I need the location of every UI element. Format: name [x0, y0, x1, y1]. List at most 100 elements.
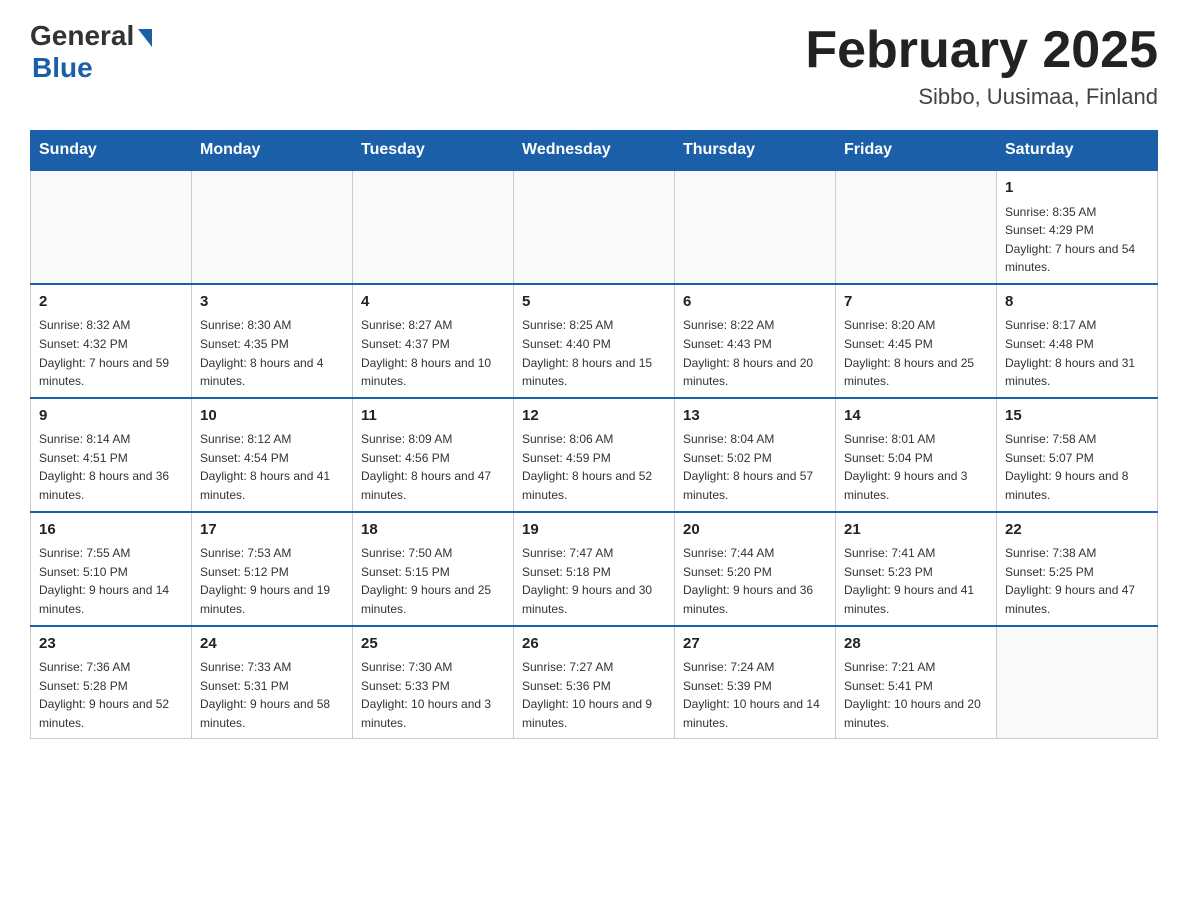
day-info: Sunrise: 7:33 AMSunset: 5:31 PMDaylight:… — [200, 658, 344, 732]
calendar-body: 1 Sunrise: 8:35 AMSunset: 4:29 PMDaylight… — [31, 170, 1158, 739]
day-number: 15 — [1005, 405, 1149, 428]
day-number: 2 — [39, 291, 183, 314]
day-info: Sunrise: 8:20 AMSunset: 4:45 PMDaylight:… — [844, 316, 988, 390]
day-number: 25 — [361, 633, 505, 656]
day-number: 14 — [844, 405, 988, 428]
day-number: 5 — [522, 291, 666, 314]
calendar-cell: 20Sunrise: 7:44 AMSunset: 5:20 PMDayligh… — [675, 512, 836, 626]
day-info: Sunrise: 8:30 AMSunset: 4:35 PMDaylight:… — [200, 316, 344, 390]
calendar-cell: 8Sunrise: 8:17 AMSunset: 4:48 PMDaylight… — [997, 284, 1158, 398]
day-header-monday: Monday — [192, 131, 353, 171]
calendar-cell: 3Sunrise: 8:30 AMSunset: 4:35 PMDaylight… — [192, 284, 353, 398]
calendar-cell: 27Sunrise: 7:24 AMSunset: 5:39 PMDayligh… — [675, 626, 836, 739]
day-info: Sunrise: 7:44 AMSunset: 5:20 PMDaylight:… — [683, 544, 827, 618]
day-number: 10 — [200, 405, 344, 428]
calendar-cell: 21Sunrise: 7:41 AMSunset: 5:23 PMDayligh… — [836, 512, 997, 626]
page-header: General Blue February 2025 Sibbo, Uusima… — [30, 20, 1158, 110]
calendar-cell — [997, 626, 1158, 739]
day-number: 8 — [1005, 291, 1149, 314]
day-info: Sunrise: 7:58 AMSunset: 5:07 PMDaylight:… — [1005, 430, 1149, 504]
logo-arrow-icon — [138, 29, 152, 47]
day-header-saturday: Saturday — [997, 131, 1158, 171]
day-info: Sunrise: 7:47 AMSunset: 5:18 PMDaylight:… — [522, 544, 666, 618]
calendar-table: SundayMondayTuesdayWednesdayThursdayFrid… — [30, 130, 1158, 739]
day-number: 28 — [844, 633, 988, 656]
day-info: Sunrise: 7:55 AMSunset: 5:10 PMDaylight:… — [39, 544, 183, 618]
calendar-cell: 16Sunrise: 7:55 AMSunset: 5:10 PMDayligh… — [31, 512, 192, 626]
calendar-cell: 22Sunrise: 7:38 AMSunset: 5:25 PMDayligh… — [997, 512, 1158, 626]
day-number: 3 — [200, 291, 344, 314]
month-title: February 2025 — [805, 20, 1158, 80]
day-number: 22 — [1005, 519, 1149, 542]
calendar-cell — [353, 170, 514, 284]
day-info: Sunrise: 7:53 AMSunset: 5:12 PMDaylight:… — [200, 544, 344, 618]
day-info: Sunrise: 7:36 AMSunset: 5:28 PMDaylight:… — [39, 658, 183, 732]
calendar-cell — [31, 170, 192, 284]
calendar-week-row: 16Sunrise: 7:55 AMSunset: 5:10 PMDayligh… — [31, 512, 1158, 626]
calendar-cell — [192, 170, 353, 284]
day-info: Sunrise: 8:35 AMSunset: 4:29 PMDaylight:… — [1005, 203, 1149, 277]
day-info: Sunrise: 7:41 AMSunset: 5:23 PMDaylight:… — [844, 544, 988, 618]
calendar-cell: 25Sunrise: 7:30 AMSunset: 5:33 PMDayligh… — [353, 626, 514, 739]
day-info: Sunrise: 7:38 AMSunset: 5:25 PMDaylight:… — [1005, 544, 1149, 618]
calendar-cell: 28Sunrise: 7:21 AMSunset: 5:41 PMDayligh… — [836, 626, 997, 739]
day-info: Sunrise: 8:01 AMSunset: 5:04 PMDaylight:… — [844, 430, 988, 504]
day-number: 23 — [39, 633, 183, 656]
day-number: 18 — [361, 519, 505, 542]
day-number: 1 — [1005, 177, 1149, 200]
day-number: 24 — [200, 633, 344, 656]
calendar-cell: 6Sunrise: 8:22 AMSunset: 4:43 PMDaylight… — [675, 284, 836, 398]
logo: General Blue — [30, 20, 152, 84]
calendar-cell: 9Sunrise: 8:14 AMSunset: 4:51 PMDaylight… — [31, 398, 192, 512]
calendar-cell: 14Sunrise: 8:01 AMSunset: 5:04 PMDayligh… — [836, 398, 997, 512]
day-number: 4 — [361, 291, 505, 314]
day-info: Sunrise: 8:12 AMSunset: 4:54 PMDaylight:… — [200, 430, 344, 504]
day-info: Sunrise: 7:50 AMSunset: 5:15 PMDaylight:… — [361, 544, 505, 618]
calendar-cell: 17Sunrise: 7:53 AMSunset: 5:12 PMDayligh… — [192, 512, 353, 626]
day-header-friday: Friday — [836, 131, 997, 171]
calendar-cell: 13Sunrise: 8:04 AMSunset: 5:02 PMDayligh… — [675, 398, 836, 512]
day-info: Sunrise: 7:27 AMSunset: 5:36 PMDaylight:… — [522, 658, 666, 732]
day-number: 11 — [361, 405, 505, 428]
calendar-cell: 12Sunrise: 8:06 AMSunset: 4:59 PMDayligh… — [514, 398, 675, 512]
calendar-cell: 11Sunrise: 8:09 AMSunset: 4:56 PMDayligh… — [353, 398, 514, 512]
day-number: 21 — [844, 519, 988, 542]
day-number: 20 — [683, 519, 827, 542]
day-info: Sunrise: 8:04 AMSunset: 5:02 PMDaylight:… — [683, 430, 827, 504]
day-headers-row: SundayMondayTuesdayWednesdayThursdayFrid… — [31, 131, 1158, 171]
day-number: 9 — [39, 405, 183, 428]
calendar-cell — [514, 170, 675, 284]
calendar-cell: 2Sunrise: 8:32 AMSunset: 4:32 PMDaylight… — [31, 284, 192, 398]
day-info: Sunrise: 7:30 AMSunset: 5:33 PMDaylight:… — [361, 658, 505, 732]
logo-blue-text: Blue — [32, 52, 93, 84]
day-number: 13 — [683, 405, 827, 428]
day-info: Sunrise: 8:22 AMSunset: 4:43 PMDaylight:… — [683, 316, 827, 390]
calendar-cell: 15Sunrise: 7:58 AMSunset: 5:07 PMDayligh… — [997, 398, 1158, 512]
calendar-cell: 24Sunrise: 7:33 AMSunset: 5:31 PMDayligh… — [192, 626, 353, 739]
calendar-cell — [675, 170, 836, 284]
day-info: Sunrise: 7:21 AMSunset: 5:41 PMDaylight:… — [844, 658, 988, 732]
day-number: 17 — [200, 519, 344, 542]
day-number: 7 — [844, 291, 988, 314]
day-number: 27 — [683, 633, 827, 656]
title-area: February 2025 Sibbo, Uusimaa, Finland — [805, 20, 1158, 110]
calendar-cell: 18Sunrise: 7:50 AMSunset: 5:15 PMDayligh… — [353, 512, 514, 626]
day-info: Sunrise: 8:17 AMSunset: 4:48 PMDaylight:… — [1005, 316, 1149, 390]
logo-general-text: General — [30, 20, 134, 52]
calendar-cell: 10Sunrise: 8:12 AMSunset: 4:54 PMDayligh… — [192, 398, 353, 512]
calendar-cell: 1 Sunrise: 8:35 AMSunset: 4:29 PMDaylight… — [997, 170, 1158, 284]
day-number: 6 — [683, 291, 827, 314]
calendar-cell — [836, 170, 997, 284]
day-info: Sunrise: 8:06 AMSunset: 4:59 PMDaylight:… — [522, 430, 666, 504]
day-info: Sunrise: 8:09 AMSunset: 4:56 PMDaylight:… — [361, 430, 505, 504]
calendar-cell: 23Sunrise: 7:36 AMSunset: 5:28 PMDayligh… — [31, 626, 192, 739]
day-info: Sunrise: 7:24 AMSunset: 5:39 PMDaylight:… — [683, 658, 827, 732]
calendar-cell: 19Sunrise: 7:47 AMSunset: 5:18 PMDayligh… — [514, 512, 675, 626]
calendar-week-row: 2Sunrise: 8:32 AMSunset: 4:32 PMDaylight… — [31, 284, 1158, 398]
calendar-cell: 5Sunrise: 8:25 AMSunset: 4:40 PMDaylight… — [514, 284, 675, 398]
day-number: 12 — [522, 405, 666, 428]
day-number: 19 — [522, 519, 666, 542]
calendar-cell: 7Sunrise: 8:20 AMSunset: 4:45 PMDaylight… — [836, 284, 997, 398]
day-info: Sunrise: 8:32 AMSunset: 4:32 PMDaylight:… — [39, 316, 183, 390]
calendar-header: SundayMondayTuesdayWednesdayThursdayFrid… — [31, 131, 1158, 171]
